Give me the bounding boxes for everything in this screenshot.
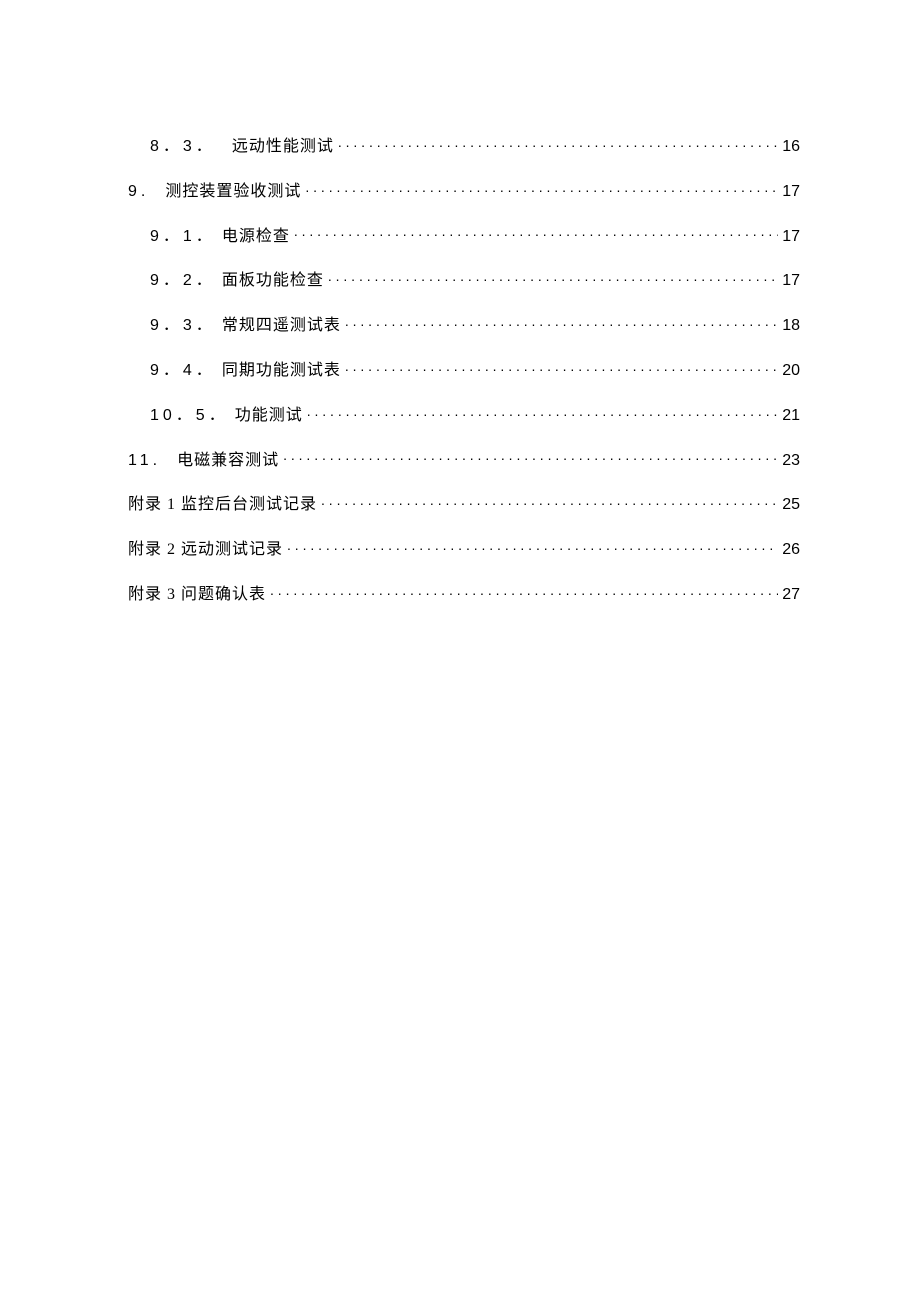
toc-page: 8．3．远动性能测试169.测控装置验收测试179．1．电源检查179．2．面板… bbox=[0, 0, 920, 606]
toc-row: 附录 2 远动测试记录 26 bbox=[128, 538, 800, 561]
toc-title: 电磁兼容测试 bbox=[177, 451, 279, 472]
toc-page-number: 23 bbox=[782, 451, 800, 472]
toc-number: 10．5． bbox=[150, 406, 235, 427]
toc-number: 8．3． bbox=[150, 137, 232, 158]
toc-leader-dots bbox=[338, 135, 778, 151]
toc-leader-dots bbox=[345, 314, 778, 330]
toc-leader-dots bbox=[283, 449, 778, 465]
toc-number: 11. bbox=[128, 451, 177, 472]
toc-title: 远动性能测试 bbox=[232, 137, 334, 158]
toc-row: 9．4．同期功能测试表 20 bbox=[128, 359, 800, 382]
toc-row: 10．5．功能测试 21 bbox=[128, 404, 800, 427]
toc-number: 9．3． bbox=[150, 316, 222, 337]
toc-number: 9．4． bbox=[150, 361, 222, 382]
toc-page-number: 17 bbox=[782, 227, 800, 248]
toc-title: 常规四遥测试表 bbox=[222, 316, 341, 337]
toc-leader-dots bbox=[287, 538, 778, 554]
toc-page-number: 27 bbox=[782, 585, 800, 606]
toc-leader-dots bbox=[307, 404, 778, 420]
toc-leader-dots bbox=[270, 583, 778, 599]
toc-title: 同期功能测试表 bbox=[222, 361, 341, 382]
toc-row: 9．1．电源检查 17 bbox=[128, 225, 800, 248]
toc-title: 测控装置验收测试 bbox=[165, 182, 301, 203]
toc-row: 8．3．远动性能测试 16 bbox=[128, 135, 800, 158]
toc-number: 9. bbox=[128, 182, 165, 203]
toc-title: 面板功能检查 bbox=[222, 271, 324, 292]
toc-title: 附录 2 远动测试记录 bbox=[128, 540, 283, 561]
toc-page-number: 21 bbox=[782, 406, 800, 427]
toc-leader-dots bbox=[321, 493, 778, 509]
toc-title: 附录 1 监控后台测试记录 bbox=[128, 495, 317, 516]
toc-title: 功能测试 bbox=[235, 406, 303, 427]
toc-row: 附录 3 问题确认表 27 bbox=[128, 583, 800, 606]
toc-page-number: 18 bbox=[782, 316, 800, 337]
toc-page-number: 25 bbox=[782, 495, 800, 516]
toc-leader-dots bbox=[305, 180, 778, 196]
toc-leader-dots bbox=[328, 269, 778, 285]
toc-row: 9．3．常规四遥测试表 18 bbox=[128, 314, 800, 337]
toc-page-number: 16 bbox=[782, 137, 800, 158]
toc-row: 9．2．面板功能检查 17 bbox=[128, 269, 800, 292]
toc-row: 附录 1 监控后台测试记录 25 bbox=[128, 493, 800, 516]
toc-title: 电源检查 bbox=[222, 227, 290, 248]
toc-leader-dots bbox=[345, 359, 778, 375]
toc-page-number: 17 bbox=[782, 271, 800, 292]
toc-number: 9．1． bbox=[150, 227, 222, 248]
toc-page-number: 17 bbox=[782, 182, 800, 203]
toc-row: 9.测控装置验收测试 17 bbox=[128, 180, 800, 203]
toc-page-number: 26 bbox=[782, 540, 800, 561]
toc-number: 9．2． bbox=[150, 271, 222, 292]
toc-row: 11.电磁兼容测试 23 bbox=[128, 449, 800, 472]
toc-title: 附录 3 问题确认表 bbox=[128, 585, 266, 606]
toc-page-number: 20 bbox=[782, 361, 800, 382]
toc-leader-dots bbox=[294, 225, 778, 241]
